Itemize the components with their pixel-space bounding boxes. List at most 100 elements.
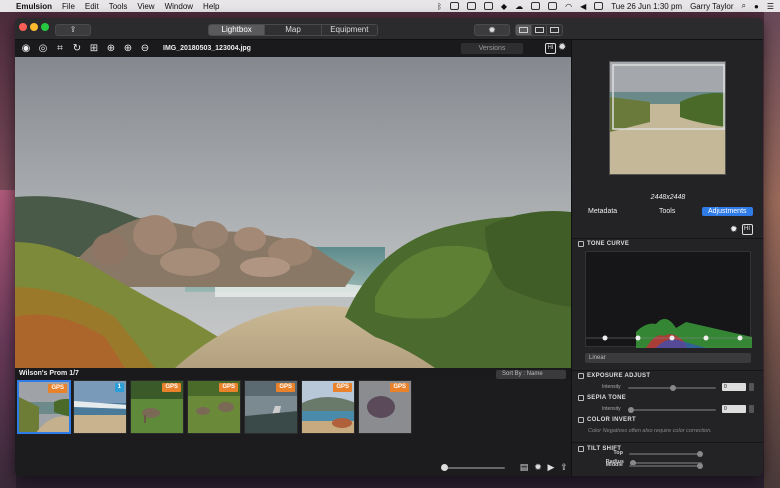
sepia-intensity-knob[interactable]: [628, 407, 634, 413]
tilt-middle-label: Middle: [605, 462, 623, 468]
color-invert-checkbox[interactable]: [578, 417, 584, 423]
tray-app-icon[interactable]: [483, 2, 493, 10]
wifi-icon[interactable]: ◠: [565, 2, 572, 11]
layout-sidebar-button[interactable]: [516, 25, 532, 35]
exposure-intensity-knob[interactable]: [670, 385, 676, 391]
siri-icon[interactable]: ●: [754, 2, 759, 11]
rotate-icon[interactable]: ↻: [70, 42, 84, 56]
curve-mode-select[interactable]: Linear: [585, 353, 751, 363]
sort-by-select[interactable]: Sort By : Name: [496, 370, 566, 379]
menu-file[interactable]: File: [62, 2, 75, 11]
tilt-top-knob[interactable]: [697, 451, 703, 457]
main-photo[interactable]: [15, 57, 571, 368]
menu-help[interactable]: Help: [203, 2, 219, 11]
slideshow-icon[interactable]: ▶: [546, 462, 556, 472]
tab-map[interactable]: Map: [265, 25, 322, 35]
crop-icon[interactable]: ⌗: [53, 42, 67, 56]
filmstrip: GPS 1 GPS GPS GPS GPS GPS: [15, 380, 571, 436]
sepia-intensity-slider[interactable]: [628, 409, 716, 411]
tab-adjustments[interactable]: Adjustments: [702, 207, 753, 216]
tab-metadata[interactable]: Metadata: [588, 208, 617, 215]
zoom-fit-icon[interactable]: ⊕: [104, 42, 118, 56]
sepia-value-field[interactable]: 0: [722, 405, 746, 413]
exposure-stepper[interactable]: [749, 383, 754, 391]
divider: [572, 370, 763, 371]
thumbnail[interactable]: GPS: [187, 380, 241, 434]
histogram-toggle-button[interactable]: HI: [545, 43, 556, 54]
color-invert-note: Color Negatives often also require color…: [588, 428, 712, 434]
exposure-value-field[interactable]: 0: [722, 383, 746, 391]
tray-app-icon[interactable]: [531, 2, 541, 10]
layout-filmstrip-button[interactable]: [531, 25, 548, 35]
export-icon[interactable]: ⇪: [559, 462, 569, 472]
thumbnail-size-slider[interactable]: [443, 467, 505, 469]
image-filename: IMG_20180503_123004.jpg: [163, 45, 251, 52]
thumbnail[interactable]: GPS: [17, 380, 71, 434]
zoom-out-icon[interactable]: ⊖: [138, 42, 152, 56]
bluetooth-icon[interactable]: ᛒ: [437, 2, 442, 11]
clock-text[interactable]: Tue 26 Jun 1:30 pm: [611, 2, 682, 11]
tilt-middle-knob[interactable]: [697, 463, 703, 469]
menu-view[interactable]: View: [137, 2, 154, 11]
tray-app-icon[interactable]: [466, 2, 476, 10]
tone-curve-checkbox[interactable]: [578, 241, 584, 247]
window-zoom-button[interactable]: [41, 23, 49, 31]
color-invert-title: COLOR INVERT: [587, 417, 636, 423]
divider: [572, 238, 763, 239]
menu-app-name[interactable]: Emulsion: [16, 2, 52, 11]
tilt-middle-slider[interactable]: [629, 465, 701, 467]
thumbnail[interactable]: GPS: [301, 380, 355, 434]
gps-badge: GPS: [333, 383, 352, 392]
straighten-icon[interactable]: ⊞: [87, 42, 101, 56]
thumbnail[interactable]: GPS: [244, 380, 298, 434]
thumbnail[interactable]: GPS: [130, 380, 184, 434]
user-name[interactable]: Garry Taylor: [690, 2, 733, 11]
tray-app-icon[interactable]: [449, 2, 459, 10]
versions-button[interactable]: Versions: [461, 43, 523, 54]
tab-equipment[interactable]: Equipment: [321, 25, 377, 35]
tilt-shift-rows: Top Middle: [571, 448, 763, 476]
menu-edit[interactable]: Edit: [85, 2, 99, 11]
share-button[interactable]: ⇪: [55, 24, 91, 36]
image-dimensions: 2448x2448: [650, 194, 686, 201]
settings-button[interactable]: ✹: [474, 24, 510, 36]
menu-window[interactable]: Window: [165, 2, 193, 11]
sepia-stepper[interactable]: [749, 405, 754, 413]
volume-icon[interactable]: ◀: [580, 2, 586, 11]
gear-icon[interactable]: ✹: [558, 42, 566, 53]
tone-curve-editor[interactable]: [585, 251, 752, 348]
system-menubar: Emulsion File Edit Tools View Window Hel…: [0, 0, 780, 12]
window-close-button[interactable]: [19, 23, 27, 31]
tilt-top-slider[interactable]: [629, 453, 701, 455]
adjustment-icons: ✹ HI: [730, 224, 753, 235]
preview-image: [610, 62, 725, 174]
sepia-checkbox[interactable]: [578, 395, 584, 401]
thumbnail[interactable]: 1: [73, 380, 127, 434]
exposure-checkbox[interactable]: [578, 373, 584, 379]
window-minimize-button[interactable]: [30, 23, 38, 31]
dropbox-icon[interactable]: ◆: [501, 2, 507, 11]
menu-tools[interactable]: Tools: [109, 2, 128, 11]
airplay-icon[interactable]: [548, 2, 558, 10]
gear-icon[interactable]: ✹: [533, 462, 543, 472]
exposure-intensity-label: Intensity: [602, 384, 621, 390]
tab-tools[interactable]: Tools: [659, 208, 675, 215]
eye-icon[interactable]: ◉: [19, 42, 33, 56]
layout-right-icon: [550, 27, 560, 33]
histogram-icon[interactable]: ▤: [519, 462, 529, 472]
histogram-toggle-button[interactable]: HI: [741, 224, 753, 235]
gear-icon[interactable]: ✹: [730, 224, 738, 235]
cloud-icon[interactable]: ☁: [515, 2, 523, 11]
search-icon[interactable]: ⌕: [742, 1, 746, 11]
layout-full-button[interactable]: [547, 25, 562, 35]
zoom-in-icon[interactable]: ⊕: [121, 42, 135, 56]
view-mode-tabs: Lightbox Map Equipment: [208, 24, 378, 36]
target-icon[interactable]: ◎: [36, 42, 50, 56]
battery-icon[interactable]: [594, 2, 604, 10]
image-preview[interactable]: [609, 61, 726, 175]
tab-lightbox[interactable]: Lightbox: [209, 25, 266, 35]
notification-center-icon[interactable]: ☰: [767, 2, 774, 11]
thumbnail-size-slider-knob[interactable]: [441, 464, 448, 471]
thumbnail[interactable]: GPS: [358, 380, 412, 434]
gps-badge: GPS: [48, 384, 67, 393]
